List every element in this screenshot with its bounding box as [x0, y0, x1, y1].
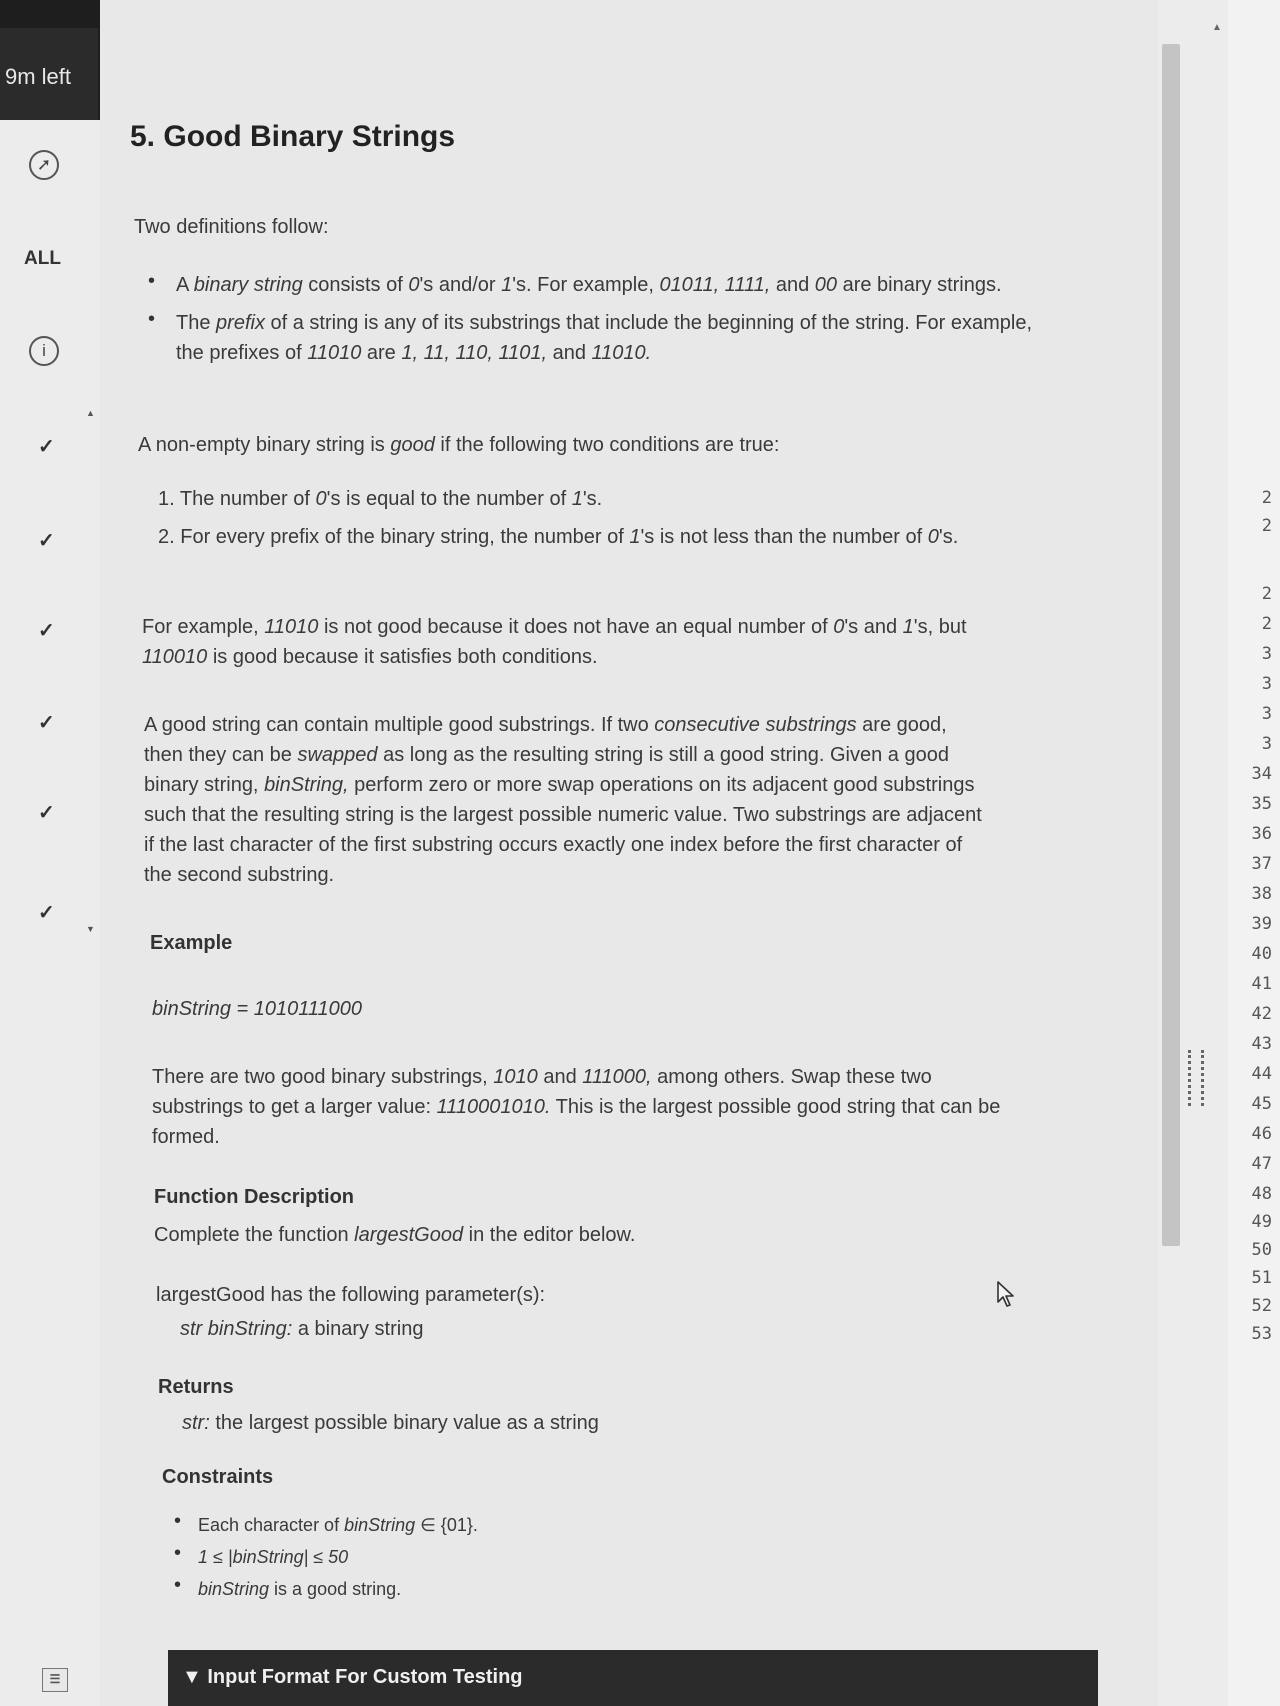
intro-text: Two definitions follow: — [134, 216, 329, 238]
line-number: 2 — [1261, 614, 1272, 634]
line-number: 42 — [1251, 1004, 1272, 1024]
question-check-icon[interactable]: ✓ — [38, 528, 55, 553]
scroll-down-arrow-icon[interactable]: ▼ — [86, 924, 95, 934]
line-number: 38 — [1251, 884, 1272, 904]
bullet-icon: • — [148, 270, 156, 292]
example-heading: Example — [150, 932, 233, 954]
condition-1: 1. The number of 0's is equal to the num… — [158, 488, 603, 510]
timer: 9m left — [0, 28, 98, 120]
all-questions-tab[interactable]: ALL — [24, 248, 61, 270]
bullet-icon: • — [174, 1542, 182, 1564]
line-number: 50 — [1251, 1240, 1272, 1260]
line-number: 39 — [1251, 914, 1272, 934]
example-paragraph: For example, 11010 is not good because i… — [142, 616, 967, 668]
returns-heading: Returns — [158, 1376, 234, 1398]
compass-icon[interactable]: ➚ — [29, 150, 59, 180]
scroll-up-arrow-icon[interactable]: ▲ — [86, 408, 95, 418]
example-value: binString = 1010111000 — [152, 998, 362, 1020]
bullet-icon: • — [174, 1574, 182, 1596]
line-number: 3 — [1261, 644, 1272, 664]
constraints-heading: Constraints — [162, 1466, 274, 1488]
line-number: 37 — [1251, 854, 1272, 874]
constraint-3: binString is a good string. — [198, 1579, 402, 1599]
returns-description: str: the largest possible binary value a… — [182, 1412, 599, 1434]
left-rail: 9m left ➚ ALL i ▲ ✓ ✓ ✓ ✓ ✓ ✓ ▼ ☰ — [0, 0, 100, 1706]
definition-prefix: The prefix of a string is any of its sub… — [176, 312, 1033, 364]
line-number: 3 — [1261, 674, 1272, 694]
line-number: 36 — [1251, 824, 1272, 844]
question-check-icon[interactable]: ✓ — [38, 900, 55, 925]
line-number: 52 — [1251, 1296, 1272, 1316]
constraint-2: 1 ≤ |binString| ≤ 50 — [198, 1547, 349, 1567]
line-number: 35 — [1251, 794, 1272, 814]
scroll-up-arrow-icon[interactable]: ▲ — [1212, 22, 1222, 33]
line-number: 48 — [1251, 1184, 1272, 1204]
info-icon[interactable]: i — [29, 336, 59, 366]
line-number: 53 — [1251, 1324, 1272, 1344]
line-number: 2 — [1261, 516, 1272, 536]
line-number: 41 — [1251, 974, 1272, 994]
function-description-heading: Function Description — [154, 1186, 354, 1208]
constraint-1: Each character of binString ∈ {01}. — [198, 1515, 478, 1535]
question-check-icon[interactable]: ✓ — [38, 710, 55, 735]
line-number: 44 — [1251, 1064, 1272, 1084]
condition-2: 2. For every prefix of the binary string… — [158, 526, 959, 548]
parameter-binstring: str binString: a binary string — [180, 1318, 424, 1340]
line-number: 51 — [1251, 1268, 1272, 1288]
problem-statement: 5. Good Binary Strings Two definitions f… — [100, 0, 1158, 1706]
line-number: 43 — [1251, 1034, 1272, 1054]
function-description: Complete the function largestGood in the… — [154, 1224, 636, 1246]
line-number: 34 — [1251, 764, 1272, 784]
good-definition: A non-empty binary string is good if the… — [138, 434, 780, 456]
input-format-toggle[interactable]: ▼ Input Format For Custom Testing — [168, 1650, 1098, 1706]
line-number: 45 — [1251, 1094, 1272, 1114]
pane-resize-handle[interactable] — [1188, 1050, 1204, 1106]
line-number: 2 — [1261, 584, 1272, 604]
swap-paragraph: A good string can contain multiple good … — [144, 714, 982, 886]
problem-title: 5. Good Binary Strings — [130, 120, 456, 153]
example-explanation: There are two good binary substrings, 10… — [152, 1066, 1001, 1148]
bullet-icon: • — [148, 308, 156, 330]
editor-line-gutter: 2 2 2 2 3 3 3 3 34 35 36 37 38 39 40 41 … — [1228, 0, 1280, 1706]
parameters-intro: largestGood has the following parameter(… — [156, 1284, 546, 1306]
line-number: 49 — [1251, 1212, 1272, 1232]
question-nav: ➚ ALL i ▲ ✓ ✓ ✓ ✓ ✓ ✓ ▼ — [0, 120, 100, 1706]
line-number: 3 — [1261, 704, 1272, 724]
question-check-icon[interactable]: ✓ — [38, 618, 55, 643]
line-number: 2 — [1261, 488, 1272, 508]
mouse-cursor-icon — [997, 1281, 1014, 1307]
line-number: 40 — [1251, 944, 1272, 964]
line-number: 3 — [1261, 734, 1272, 754]
definition-binary-string: A binary string consists of 0's and/or 1… — [176, 274, 1002, 296]
line-number: 46 — [1251, 1124, 1272, 1144]
question-check-icon[interactable]: ✓ — [38, 434, 55, 459]
line-number: 47 — [1251, 1154, 1272, 1174]
question-check-icon[interactable]: ✓ — [38, 800, 55, 825]
scrollbar-thumb[interactable] — [1162, 44, 1180, 1246]
bullet-icon: • — [174, 1510, 182, 1532]
list-icon[interactable]: ☰ — [42, 1668, 68, 1692]
